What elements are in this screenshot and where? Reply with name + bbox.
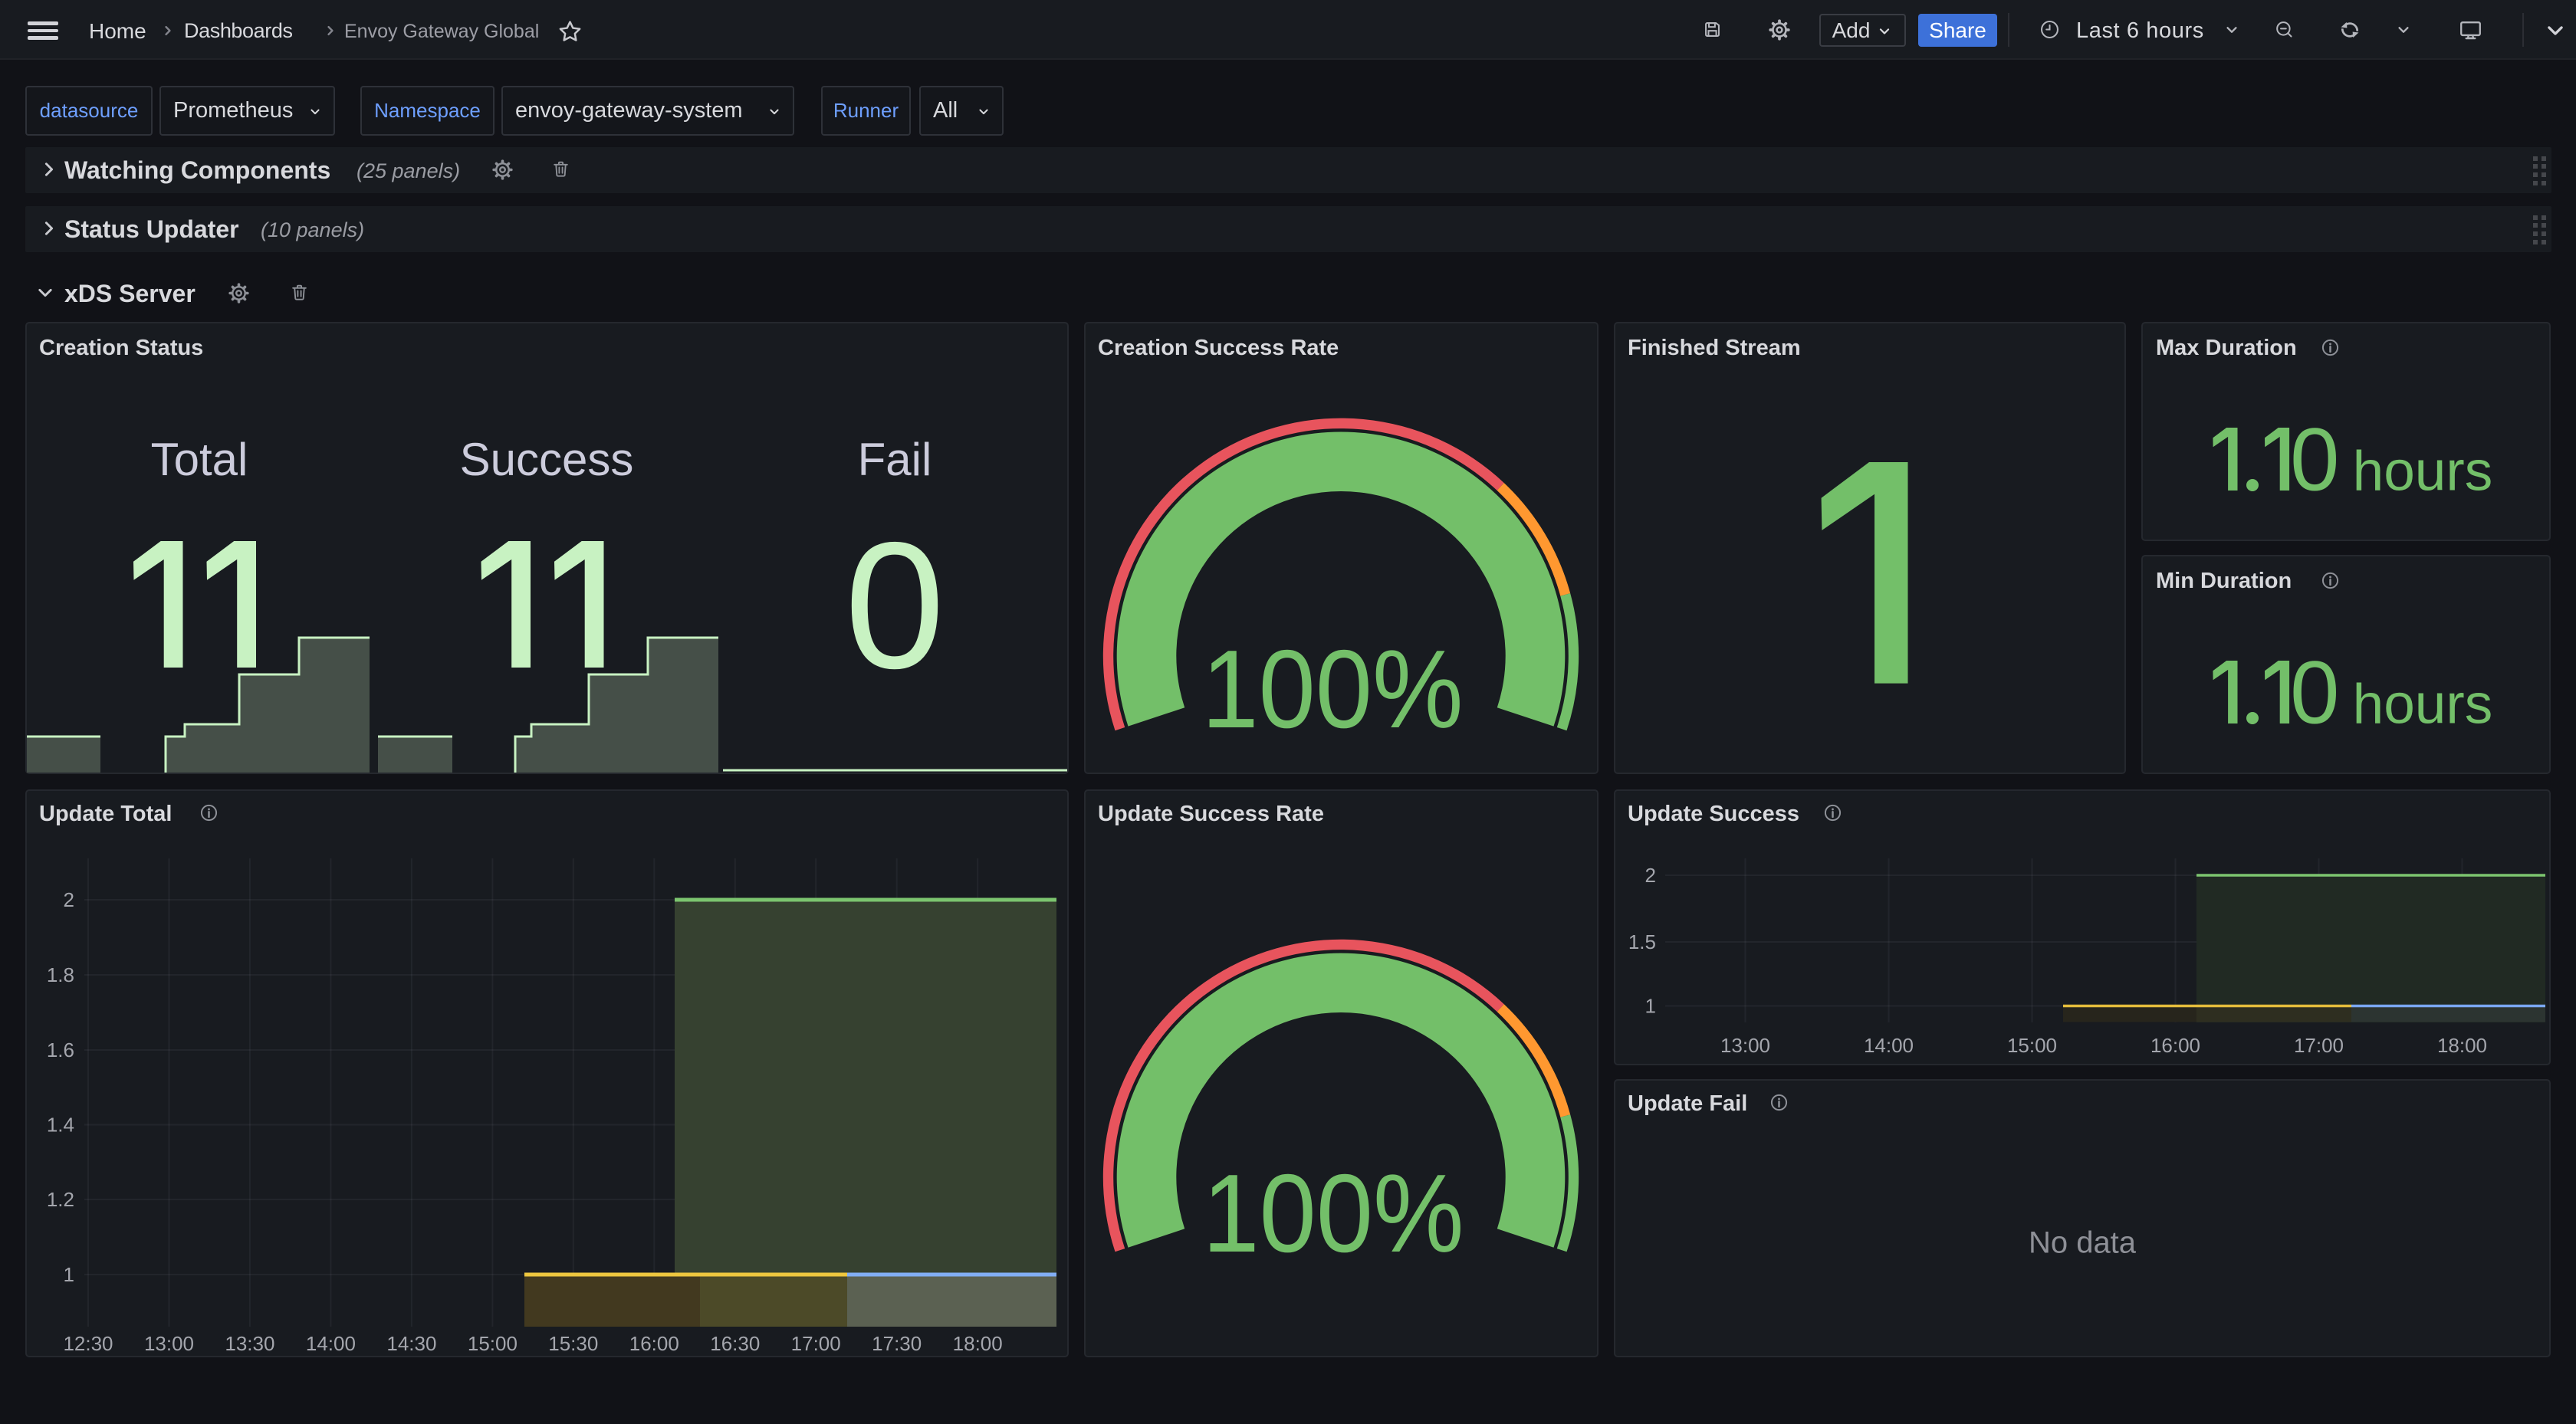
svg-text:16:30: 16:30 bbox=[710, 1332, 760, 1355]
svg-text:2: 2 bbox=[64, 888, 74, 911]
svg-text:17:00: 17:00 bbox=[791, 1332, 841, 1355]
svg-text:100%: 100% bbox=[1202, 1151, 1464, 1275]
svg-text:18:00: 18:00 bbox=[2437, 1034, 2487, 1057]
svg-text:17:30: 17:30 bbox=[872, 1332, 922, 1355]
svg-text:100%: 100% bbox=[1201, 627, 1463, 751]
svg-text:0: 0 bbox=[2290, 410, 2340, 510]
svg-text:16:00: 16:00 bbox=[2150, 1034, 2200, 1057]
svg-text:1.5: 1.5 bbox=[1628, 930, 1656, 953]
svg-text:1: 1 bbox=[1645, 995, 1656, 1018]
svg-text:1.2: 1.2 bbox=[47, 1188, 74, 1211]
svg-text:1: 1 bbox=[64, 1263, 74, 1286]
svg-text:14:00: 14:00 bbox=[1864, 1034, 1914, 1057]
svg-text:1.4: 1.4 bbox=[47, 1114, 74, 1137]
svg-text:17:00: 17:00 bbox=[2294, 1034, 2344, 1057]
svg-text:13:30: 13:30 bbox=[225, 1332, 274, 1355]
svg-text:12:30: 12:30 bbox=[63, 1332, 113, 1355]
svg-text:1.6: 1.6 bbox=[47, 1038, 74, 1061]
svg-text:hours: hours bbox=[2353, 441, 2493, 503]
svg-text:1.8: 1.8 bbox=[47, 963, 74, 986]
svg-text:14:30: 14:30 bbox=[386, 1332, 436, 1355]
svg-text:15:30: 15:30 bbox=[548, 1332, 598, 1355]
svg-text:18:00: 18:00 bbox=[953, 1332, 1003, 1355]
svg-text:2: 2 bbox=[1645, 864, 1656, 887]
svg-text:14:00: 14:00 bbox=[306, 1332, 356, 1355]
svg-text:0: 0 bbox=[2290, 643, 2340, 743]
svg-text:16:00: 16:00 bbox=[629, 1332, 679, 1355]
svg-text:13:00: 13:00 bbox=[1720, 1034, 1770, 1057]
svg-text:13:00: 13:00 bbox=[144, 1332, 194, 1355]
svg-text:15:00: 15:00 bbox=[2007, 1034, 2057, 1057]
svg-text:15:00: 15:00 bbox=[468, 1332, 518, 1355]
svg-text:hours: hours bbox=[2353, 674, 2493, 736]
